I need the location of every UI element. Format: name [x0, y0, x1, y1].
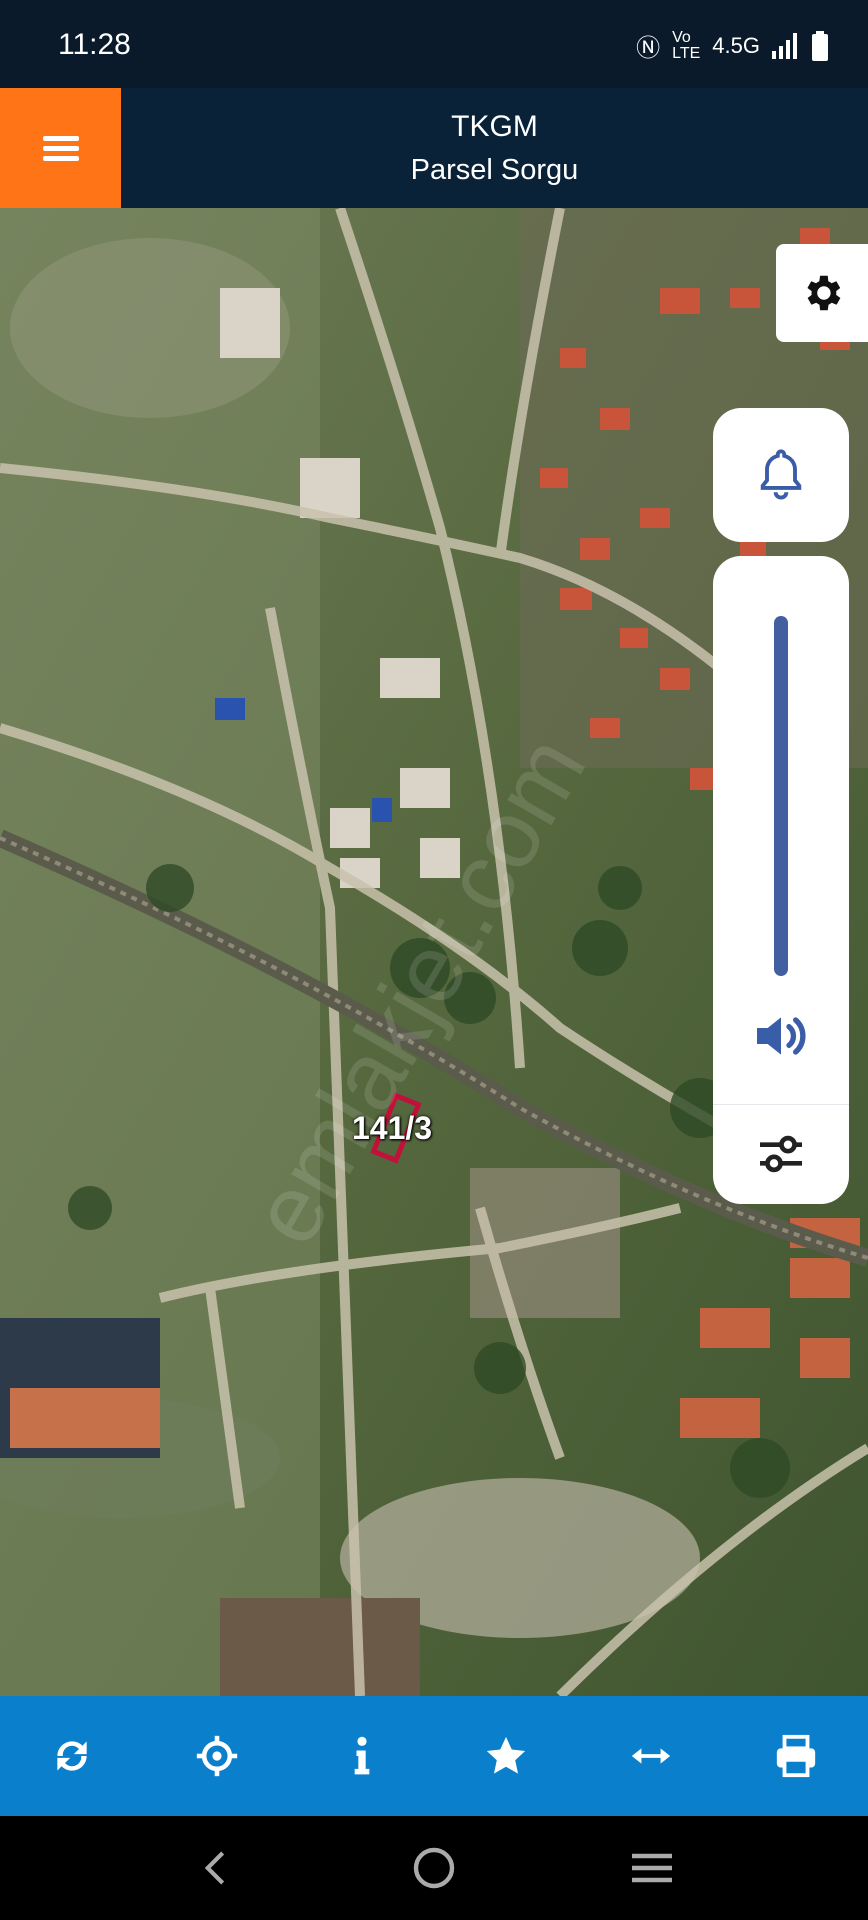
- info-button[interactable]: [327, 1721, 397, 1791]
- favorite-button[interactable]: [471, 1721, 541, 1791]
- nfc-icon: Ⓝ: [636, 35, 661, 62]
- parcel-label[interactable]: 141/3: [352, 1110, 432, 1147]
- system-nav-bar: [0, 1816, 868, 1920]
- menu-button[interactable]: [0, 88, 121, 208]
- status-time: 11:28: [58, 28, 131, 61]
- status-icons: Ⓝ Vo LTE 4.5G: [636, 28, 828, 63]
- volume-icon[interactable]: [749, 1004, 813, 1068]
- app-title: TKGM: [451, 109, 538, 143]
- print-button[interactable]: [761, 1721, 831, 1791]
- print-icon: [776, 1734, 815, 1778]
- hamburger-icon: [42, 131, 79, 166]
- recents-button[interactable]: [622, 1838, 682, 1898]
- battery-icon: [812, 30, 828, 61]
- app-subtitle: Parsel Sorgu: [410, 153, 579, 186]
- star-icon: [487, 1736, 526, 1774]
- home-icon: [413, 1847, 455, 1889]
- header-titles: TKGM Parsel Sorgu: [121, 88, 868, 208]
- settings-button[interactable]: [776, 244, 868, 342]
- refresh-button[interactable]: [37, 1721, 107, 1791]
- recents-icon: [632, 1853, 672, 1883]
- home-button[interactable]: [404, 1838, 464, 1898]
- back-button[interactable]: [186, 1838, 246, 1898]
- notification-sound-button[interactable]: [713, 408, 849, 542]
- volume-slider[interactable]: [774, 616, 788, 976]
- gear-icon: [807, 275, 841, 311]
- crosshair-icon: [196, 1735, 238, 1777]
- equalizer-icon[interactable]: [753, 1126, 809, 1182]
- refresh-icon: [57, 1741, 87, 1771]
- volte-icon: Vo LTE: [672, 28, 701, 62]
- measure-button[interactable]: [616, 1721, 686, 1791]
- info-icon: [354, 1736, 369, 1775]
- network-type: 4.5G: [712, 32, 760, 58]
- bottom-toolbar: [0, 1696, 868, 1816]
- status-bar: 11:28 Ⓝ Vo LTE 4.5G: [0, 0, 868, 88]
- volume-panel: [713, 556, 849, 1204]
- measure-icon: [631, 1748, 671, 1764]
- locate-button[interactable]: [182, 1721, 252, 1791]
- bell-icon: [760, 449, 802, 500]
- divider: [713, 1104, 849, 1105]
- signal-icon: [772, 32, 797, 59]
- app-header: TKGM Parsel Sorgu: [0, 88, 868, 208]
- back-icon: [204, 1851, 225, 1885]
